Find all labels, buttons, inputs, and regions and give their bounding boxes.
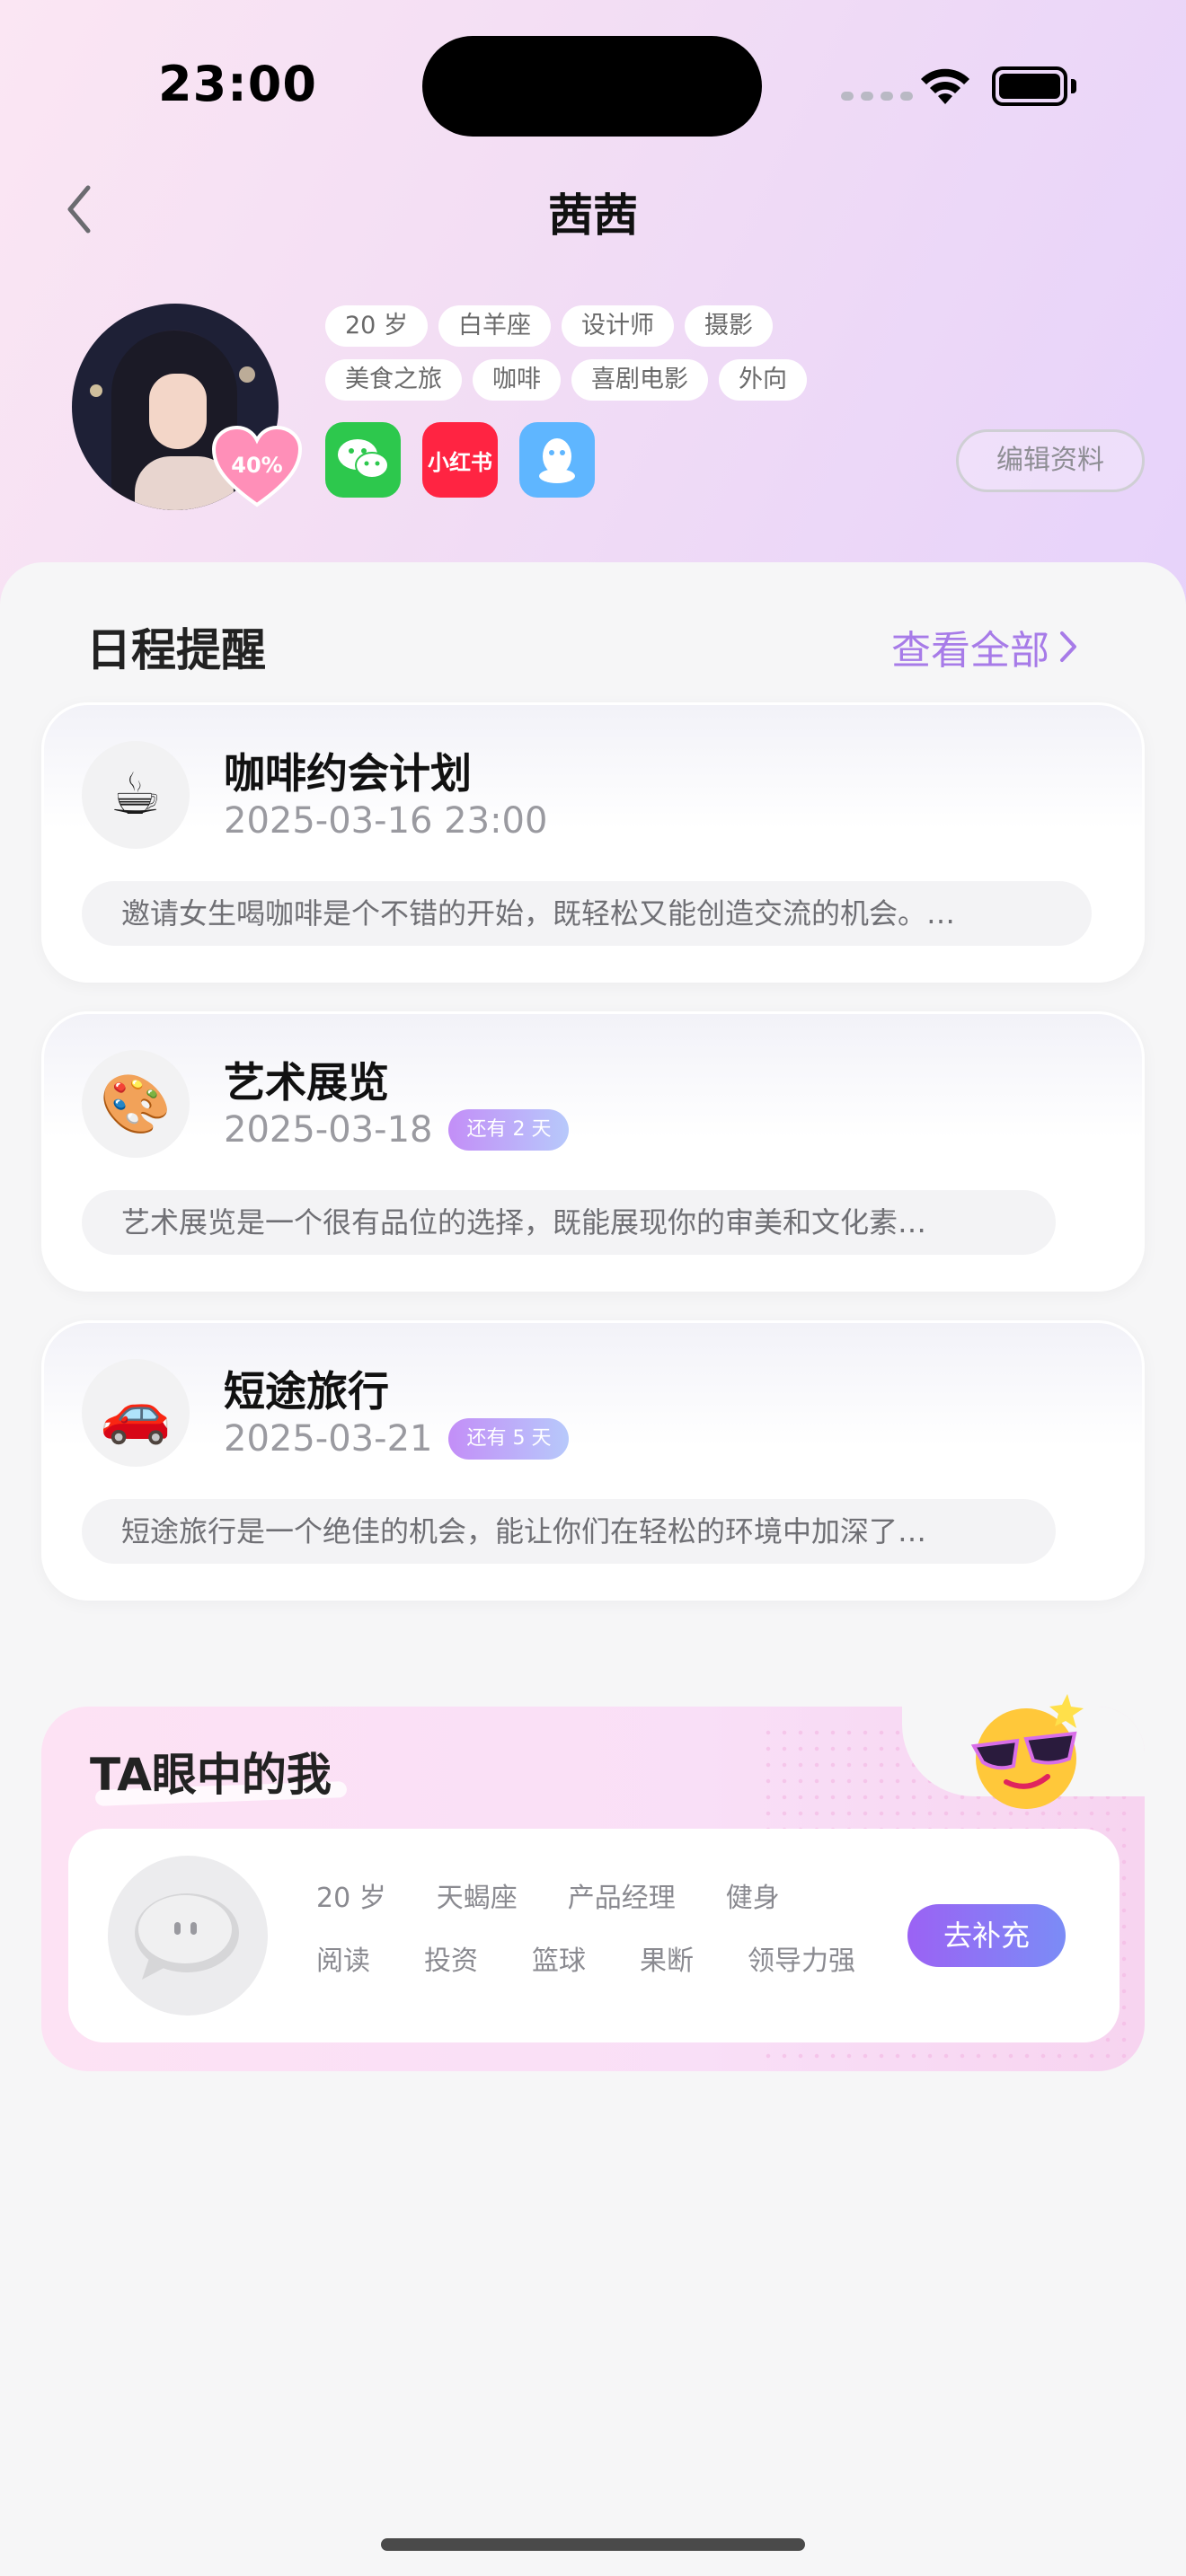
status-bar: 23:00 — [0, 0, 1186, 162]
schedule-card-title: 咖啡约会计划 — [224, 749, 472, 798]
profile-tag: 美食之旅 — [325, 359, 462, 401]
schedule-card-desc: 邀请女生喝咖啡是个不错的开始，既轻松又能创造交流的机会。… — [82, 881, 1092, 946]
status-time: 23:00 — [158, 56, 317, 112]
profile-tag: 喜剧电影 — [571, 359, 708, 401]
days-left-badge: 还有 2 天 — [448, 1109, 570, 1151]
schedule-date-text: 2025-03-18 — [224, 1109, 433, 1151]
schedule-card-date: 2025-03-18 还有 2 天 — [224, 1109, 570, 1151]
ta-section-title: TA眼中的我 — [90, 1749, 332, 1801]
days-left-badge: 还有 5 天 — [448, 1418, 570, 1460]
schedule-card-desc: 短途旅行是一个绝佳的机会，能让你们在轻松的环境中加深了… — [82, 1499, 1056, 1564]
profile-tag: 摄影 — [684, 305, 773, 347]
ta-tag: 投资 — [424, 1945, 478, 1977]
schedule-card[interactable]: 🎨 艺术展览 2025-03-18 还有 2 天 艺术展览是一个很有品位的选择，… — [41, 1011, 1145, 1292]
schedule-card-title: 艺术展览 — [224, 1058, 389, 1107]
edit-profile-button[interactable]: 编辑资料 — [956, 429, 1145, 492]
palette-icon: 🎨 — [82, 1050, 190, 1158]
ta-info-card: 20 岁 天蝎座 产品经理 健身 阅读 投资 篮球 果断 领导力强 去补充 — [68, 1829, 1120, 2042]
schedule-card-date: 2025-03-21 还有 5 天 — [224, 1418, 570, 1460]
battery-icon — [992, 66, 1076, 106]
schedule-card-title: 短途旅行 — [224, 1367, 389, 1416]
wechat-icon — [338, 439, 389, 479]
view-all-link[interactable]: 查看全部 — [891, 618, 1078, 675]
profile-tag: 20 岁 — [325, 305, 428, 347]
chat-bubble-icon — [135, 1893, 239, 1980]
car-icon: 🚗 — [82, 1359, 190, 1467]
match-heart-badge: 40% — [211, 425, 303, 508]
wifi-icon — [921, 68, 969, 104]
schedule-card-desc: 艺术展览是一个很有品位的选择，既能展现你的审美和文化素… — [82, 1190, 1056, 1255]
xiaohongshu-button[interactable]: 小红书 — [422, 422, 498, 498]
signal-icon — [841, 92, 913, 101]
schedule-date-text: 2025-03-21 — [224, 1418, 433, 1460]
view-all-label: 查看全部 — [891, 628, 1049, 674]
ta-tag: 篮球 — [532, 1945, 586, 1977]
qq-button[interactable] — [519, 422, 595, 498]
profile-tag: 白羊座 — [438, 305, 551, 347]
profile-tag: 咖啡 — [473, 359, 561, 401]
ta-tag: 阅读 — [316, 1945, 370, 1977]
ta-tag: 产品经理 — [567, 1883, 676, 1914]
schedule-card[interactable]: 🚗 短途旅行 2025-03-21 还有 5 天 短途旅行是一个绝佳的机会，能让… — [41, 1320, 1145, 1601]
ta-tag: 20 岁 — [316, 1883, 386, 1914]
ta-tags: 20 岁 天蝎座 产品经理 健身 阅读 投资 篮球 果断 领导力强 — [316, 1875, 891, 2001]
profile-tags: 20 岁 白羊座 设计师 摄影 美食之旅 咖啡 喜剧电影 外向 — [325, 305, 882, 413]
schedule-title: 日程提醒 — [86, 624, 266, 676]
wechat-button[interactable] — [325, 422, 401, 498]
social-links: 小红书 — [325, 422, 595, 498]
profile-tag: 设计师 — [561, 305, 674, 347]
qq-icon — [539, 438, 575, 483]
supplement-button[interactable]: 去补充 — [907, 1904, 1066, 1967]
page-title: 茜茜 — [548, 190, 638, 242]
ta-tag: 健身 — [725, 1883, 780, 1914]
match-percent: 40% — [231, 453, 283, 478]
chevron-right-icon — [1060, 631, 1076, 662]
sunglasses-emoji-icon — [970, 1694, 1084, 1809]
schedule-card[interactable]: ☕ 咖啡约会计划 2025-03-16 23:00 邀请女生喝咖啡是个不错的开始… — [41, 702, 1145, 983]
schedule-date-text: 2025-03-16 23:00 — [224, 800, 548, 842]
chat-bubble-avatar — [108, 1856, 268, 2016]
dynamic-island — [422, 36, 762, 137]
coffee-icon: ☕ — [82, 741, 190, 849]
home-indicator[interactable] — [381, 2538, 805, 2551]
profile-tag: 外向 — [719, 359, 807, 401]
ta-tag: 果断 — [640, 1945, 694, 1977]
schedule-card-date: 2025-03-16 23:00 — [224, 800, 547, 842]
ta-tag: 天蝎座 — [436, 1883, 518, 1914]
xiaohongshu-icon: 小红书 — [428, 449, 492, 475]
ta-tag: 领导力强 — [748, 1945, 855, 1977]
